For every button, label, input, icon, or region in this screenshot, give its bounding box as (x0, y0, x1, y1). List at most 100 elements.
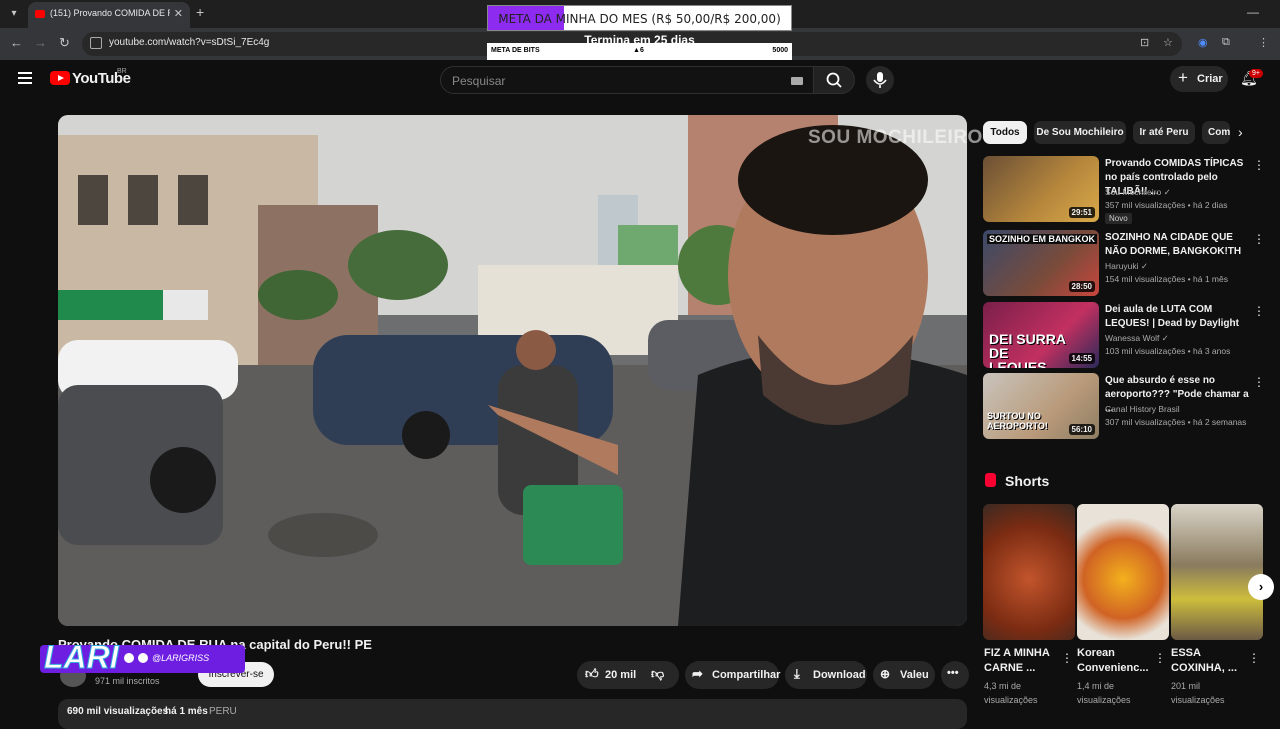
shorts-logo-icon (985, 473, 996, 487)
url-text: youtube.com/watch?v=sDtSi_7Ec4g (109, 37, 270, 48)
rec-title[interactable]: Dei aula de LUTA COM LEQUES! | Dead by D… (1105, 303, 1250, 331)
bits-label: META DE BITS (491, 47, 540, 54)
goal-text: META DA MINHA DO MES (R$ 50,00/R$ 200,00… (498, 12, 781, 26)
short-views: 201 mil visualizações (1171, 681, 1225, 705)
rec-channel[interactable]: Sou Mochileiro ✓ (1105, 187, 1171, 198)
chip-channel[interactable]: De Sou Mochileiro (1034, 121, 1126, 144)
rec-menu-icon[interactable]: ⋮ (1253, 304, 1265, 318)
rec-thumbnail[interactable]: 29:51 (983, 156, 1099, 222)
extensions-puzzle-icon[interactable]: ⧉ (1222, 36, 1230, 49)
rec-title[interactable]: SOZINHO NA CIDADE QUE NÃO DORME, BANGKOK… (1105, 231, 1250, 259)
thanks-icon: ⊕ (880, 667, 891, 681)
short-title[interactable]: Korean Convenienc... (1077, 646, 1153, 676)
search-button[interactable] (813, 66, 855, 94)
video-player[interactable] (58, 115, 967, 626)
microphone-icon (873, 72, 887, 88)
more-horiz-icon: ••• (947, 667, 959, 679)
youtube-logo-icon[interactable] (50, 71, 70, 85)
recommendation-item[interactable]: SURTOU NO AEROPORTO! 56:10 Que absurdo é… (983, 373, 1268, 441)
subscriber-count: 971 mil inscritos (95, 676, 160, 686)
chip-more[interactable]: Com (1202, 121, 1230, 144)
rec-meta: 307 mil visualizações • há 2 semanas (1105, 417, 1247, 427)
install-app-icon[interactable]: ⊡ (1140, 36, 1149, 49)
rec-channel[interactable]: Wanessa Wolf ✓ (1105, 333, 1169, 344)
thanks-label: Valeu (900, 669, 929, 681)
rec-channel[interactable]: Canal History Brasil (1105, 404, 1180, 414)
goal-progress-bar: META DA MINHA DO MES (R$ 50,00/R$ 200,00… (487, 5, 792, 31)
short-views: 1,4 mi de visualizações (1077, 681, 1131, 705)
instagram-icon (138, 653, 148, 663)
bookmark-star-icon[interactable]: ☆ (1163, 36, 1173, 49)
download-label: Download (813, 669, 866, 681)
short-title[interactable]: FIZ A MINHA CARNE ... (984, 646, 1060, 676)
tab-title: (151) Provando COMIDA DE RUA (50, 8, 170, 18)
guide-menu-icon[interactable] (18, 72, 32, 84)
new-tab-icon[interactable]: + (196, 4, 204, 20)
rec-duration: 56:10 (1068, 424, 1095, 435)
short-menu-icon[interactable]: ⋮ (1061, 651, 1073, 665)
streamer-name: LARI (44, 639, 120, 676)
short-thumbnail[interactable] (983, 504, 1075, 640)
notification-count-badge: 9+ (1249, 69, 1263, 78)
rec-meta: 154 mil visualizações • há 1 mês (1105, 274, 1228, 284)
share-label: Compartilhar (712, 669, 781, 681)
rec-menu-icon[interactable]: ⋮ (1253, 158, 1265, 172)
description-box[interactable]: 690 mil visualizações há 1 mês PERU (58, 699, 967, 729)
recommendation-item[interactable]: DEI SURRA DE LEQUES 14:55 Dei aula de LU… (983, 302, 1268, 370)
create-label: Criar (1197, 73, 1223, 85)
voice-search-button[interactable] (866, 66, 894, 94)
short-menu-icon[interactable]: ⋮ (1154, 651, 1166, 665)
like-count[interactable]: 20 mil (605, 669, 636, 681)
shorts-next-button[interactable]: › (1248, 574, 1274, 600)
streamer-handle: @LARIGRISS (152, 653, 210, 663)
site-info-icon[interactable] (90, 37, 102, 49)
location-tag[interactable]: PERU (209, 706, 237, 717)
minimize-icon[interactable]: — (1247, 5, 1259, 19)
rec-thumb-text: DEI SURRA DE LEQUES (989, 331, 1066, 368)
new-badge: Novo (1105, 213, 1132, 224)
rec-meta: 103 mil visualizações • há 3 anos (1105, 346, 1231, 356)
search-input[interactable]: Pesquisar (440, 66, 814, 94)
rec-menu-icon[interactable]: ⋮ (1253, 375, 1265, 389)
chevron-right-icon[interactable]: › (1238, 124, 1243, 140)
short-thumbnail[interactable] (1077, 504, 1169, 640)
youtube-favicon-icon (35, 10, 45, 18)
video-frame (58, 115, 967, 626)
tab-search-icon[interactable]: ▾ (6, 6, 22, 22)
short-thumbnail[interactable] (1171, 504, 1263, 640)
shorts-heading: Shorts (1005, 473, 1050, 489)
chip-all[interactable]: Todos (983, 121, 1027, 144)
extension-icon[interactable]: ◉ (1198, 36, 1208, 49)
short-title[interactable]: ESSA COXINHA, ... (1171, 646, 1247, 676)
thumbs-up-icon[interactable]: 👍︎ (585, 666, 599, 682)
like-dislike-group: 👍︎ 20 mil 👎︎ (577, 661, 679, 689)
bits-target: 5000 (772, 47, 788, 54)
forward-icon[interactable]: → (34, 35, 47, 50)
share-button[interactable]: ➦ Compartilhar (685, 661, 781, 689)
rec-thumbnail[interactable]: DEI SURRA DE LEQUES 14:55 (983, 302, 1099, 368)
bits-goal-bar: META DE BITS ▲6 5000 (487, 43, 792, 60)
rec-duration: 14:55 (1068, 353, 1095, 364)
browser-tab[interactable]: (151) Provando COMIDA DE RUA ✕ (28, 2, 190, 28)
download-button[interactable]: ⤓ Download (785, 661, 867, 689)
plus-icon: + (1178, 68, 1188, 87)
country-code: BR (117, 68, 127, 75)
reload-icon[interactable]: ↻ (59, 35, 70, 51)
recommendation-item[interactable]: SOZINHO EM BANGKOK 28:50 SOZINHO NA CIDA… (983, 230, 1268, 298)
thumbs-down-icon[interactable]: 👎︎ (651, 666, 664, 682)
rec-channel[interactable]: Haruyuki ✓ (1105, 261, 1148, 272)
tab-close-icon[interactable]: ✕ (174, 7, 183, 20)
keyboard-icon[interactable] (791, 77, 803, 85)
rec-thumbnail[interactable]: SURTOU NO AEROPORTO! 56:10 (983, 373, 1099, 439)
short-menu-icon[interactable]: ⋮ (1248, 651, 1260, 665)
chip-peru[interactable]: Ir até Peru (1133, 121, 1195, 144)
rec-thumbnail[interactable]: SOZINHO EM BANGKOK 28:50 (983, 230, 1099, 296)
create-button[interactable]: + Criar (1170, 66, 1228, 92)
back-icon[interactable]: ← (10, 35, 23, 50)
recommendation-item[interactable]: 29:51 Provando COMIDAS TÍPICAS no país c… (983, 156, 1268, 224)
menu-icon[interactable]: ⋮ (1258, 36, 1269, 49)
thanks-button[interactable]: ⊕ Valeu (873, 661, 935, 689)
rec-duration: 29:51 (1068, 207, 1095, 218)
more-actions-button[interactable]: ••• (941, 661, 969, 689)
rec-menu-icon[interactable]: ⋮ (1253, 232, 1265, 246)
